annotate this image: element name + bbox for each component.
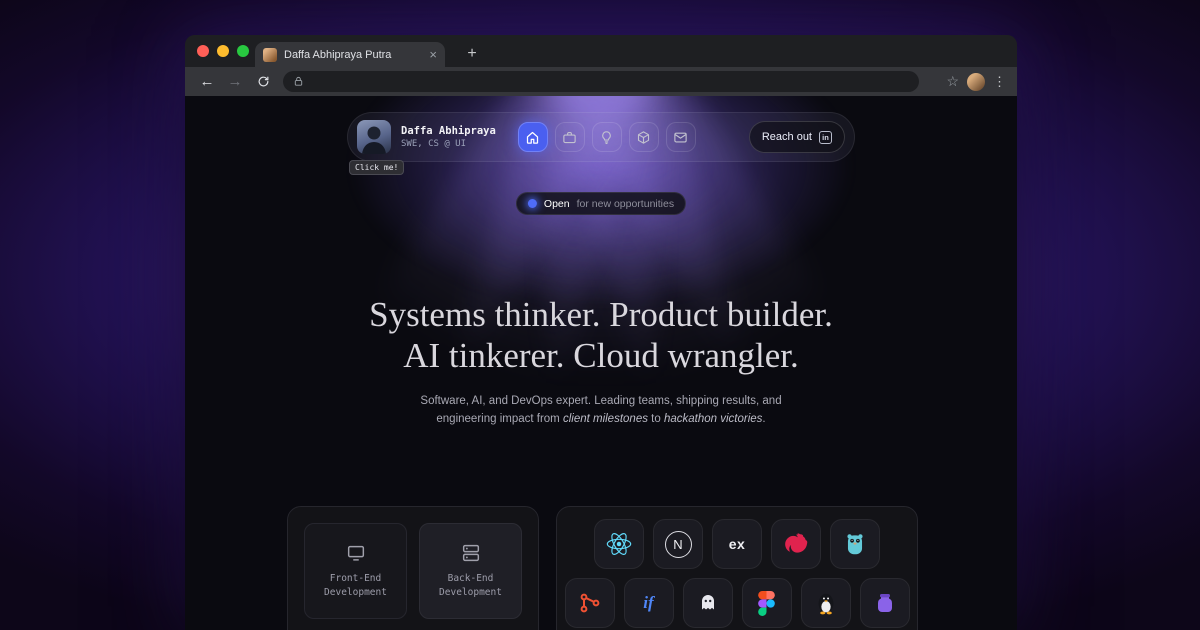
reload-button[interactable]: [251, 70, 275, 94]
browser-tab[interactable]: Daffa Abhipraya Putra ×: [255, 42, 445, 67]
browser-menu-icon[interactable]: ⋮: [993, 74, 1007, 90]
zoom-window-button[interactable]: [237, 45, 249, 57]
express-icon[interactable]: ex: [712, 519, 762, 569]
minimize-window-button[interactable]: [217, 45, 229, 57]
tech-stack-card: N ex if: [556, 506, 918, 630]
browser-toolbar: ← → ☆ ⋮: [185, 67, 1017, 96]
tech-row-1: N ex: [565, 519, 909, 569]
desktop-background: Daffa Abhipraya Putra × + ← → ☆ ⋮ Click …: [0, 0, 1200, 630]
react-icon[interactable]: [594, 519, 644, 569]
mail-icon: [674, 132, 688, 142]
package-icon: [638, 130, 650, 144]
profile-name: Daffa Abhipraya: [401, 125, 496, 137]
reach-out-button[interactable]: Reach out in: [748, 121, 845, 153]
skills-card: Front-End Development Back-End Developme…: [287, 506, 539, 630]
identity-block: Daffa Abhipraya SWE, CS @ UI: [401, 125, 496, 149]
tab-favicon-icon: [263, 47, 277, 62]
nestjs-icon[interactable]: [771, 519, 821, 569]
reach-out-label: Reach out: [761, 131, 812, 143]
tech-row-2: if: [564, 578, 910, 628]
status-text: for new opportunities: [576, 197, 675, 210]
nav-ideas-button[interactable]: [591, 122, 622, 152]
nav-icon-group: [517, 122, 696, 152]
ghost-mascot-icon[interactable]: [682, 578, 733, 628]
browser-window: Daffa Abhipraya Putra × + ← → ☆ ⋮ Click …: [185, 35, 1017, 630]
avatar-image: [357, 120, 391, 154]
linkedin-icon: in: [819, 130, 832, 144]
hero-title: Systems thinker. Product builder. AI tink…: [185, 294, 1017, 376]
window-controls: [197, 45, 249, 57]
site-navbar: Click me! Daffa Abhipraya SWE, CS @ UI R…: [347, 112, 855, 175]
status-badge: Open for new opportunities: [515, 192, 687, 215]
toolbar-right: ☆ ⋮: [946, 72, 1007, 91]
back-button[interactable]: ←: [195, 70, 219, 94]
hero-subtitle: Software, AI, and DevOps expert. Leading…: [420, 395, 782, 426]
new-tab-button[interactable]: +: [461, 43, 483, 65]
hero-line2: AI tinkerer. Cloud wrangler.: [403, 336, 799, 375]
frontend-tile[interactable]: Front-End Development: [304, 523, 407, 619]
nav-home-button[interactable]: [517, 122, 548, 152]
browser-profile-avatar[interactable]: [967, 72, 985, 91]
briefcase-icon: [563, 131, 577, 143]
home-icon: [527, 131, 539, 144]
monitor-icon: [347, 545, 364, 561]
linux-tux-icon[interactable]: [800, 578, 851, 628]
nav-projects-button[interactable]: [628, 122, 659, 152]
gopher-icon[interactable]: [830, 519, 880, 569]
lock-icon[interactable]: [293, 76, 304, 87]
lightbulb-icon: [602, 130, 612, 144]
profile-photo[interactable]: Click me!: [349, 120, 405, 175]
bookmark-star-icon[interactable]: ☆: [946, 73, 959, 90]
backend-tile[interactable]: Back-End Development: [419, 523, 522, 619]
avatar-tooltip: Click me!: [349, 160, 405, 175]
tab-title: Daffa Abhipraya Putra: [284, 48, 392, 61]
git-icon[interactable]: [564, 578, 615, 628]
nextjs-icon[interactable]: N: [653, 519, 703, 569]
tab-close-icon[interactable]: ×: [429, 48, 437, 61]
status-dot-icon: [527, 199, 537, 208]
if-icon[interactable]: if: [623, 578, 674, 628]
nav-contact-button[interactable]: [665, 122, 696, 152]
backend-label: Back-End Development: [439, 572, 502, 598]
purple-jar-icon[interactable]: [859, 578, 910, 628]
tab-strip: Daffa Abhipraya Putra × +: [185, 35, 1017, 67]
forward-button[interactable]: →: [223, 70, 247, 94]
profile-role: SWE, CS @ UI: [401, 139, 467, 149]
figma-icon[interactable]: [741, 578, 792, 628]
nav-work-button[interactable]: [554, 122, 585, 152]
page-viewport: Click me! Daffa Abhipraya SWE, CS @ UI R…: [185, 96, 1017, 630]
status-highlight: Open: [543, 197, 570, 210]
frontend-label: Front-End Development: [324, 572, 387, 598]
close-window-button[interactable]: [197, 45, 209, 57]
server-icon: [462, 544, 479, 561]
hero-line1: Systems thinker. Product builder.: [369, 295, 833, 334]
address-bar[interactable]: [283, 71, 919, 92]
